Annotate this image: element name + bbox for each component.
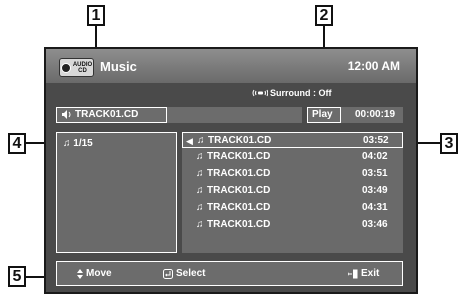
list-item[interactable]: ◀ ♫ TRACK01.CD 03:52	[182, 132, 403, 148]
list-item[interactable]: ♫ TRACK01.CD 04:02	[182, 149, 403, 165]
callout-2: 2	[315, 5, 333, 26]
speaker-icon	[62, 110, 71, 119]
cd-disc-icon	[60, 62, 71, 73]
track-duration: 03:49	[362, 185, 388, 196]
current-track: TRACK01.CD	[62, 109, 138, 120]
title-bar: AUDIO CD Music 12:00 AM	[46, 49, 416, 83]
enter-icon	[163, 268, 173, 279]
audio-cd-label: AUDIO CD	[72, 61, 93, 74]
surround-status: Surround : Off	[252, 88, 332, 98]
clock: 12:00 AM	[347, 59, 400, 73]
surround-icon	[252, 89, 268, 97]
track-duration: 03:51	[362, 168, 388, 179]
play-indicator-icon: ◀	[186, 136, 193, 146]
track-name: TRACK01.CD	[207, 151, 271, 162]
exit-icon	[348, 269, 358, 278]
list-item[interactable]: ♫ TRACK01.CD 03:51	[182, 166, 403, 182]
move-hint[interactable]: Move	[77, 268, 112, 279]
page-title: Music	[100, 59, 137, 74]
music-note-icon: ♫	[196, 202, 204, 213]
track-duration: 03:46	[362, 219, 388, 230]
music-note-icon: ♫	[196, 168, 204, 179]
music-note-icon: ♫	[196, 185, 204, 196]
track-duration: 03:52	[363, 135, 389, 146]
track-name: TRACK01.CD	[208, 135, 272, 146]
track-name: TRACK01.CD	[207, 185, 271, 196]
move-label: Move	[86, 268, 112, 279]
up-down-arrow-icon	[77, 268, 83, 279]
callout-3: 3	[440, 133, 458, 154]
music-note-icon: ♫	[196, 219, 204, 230]
list-item[interactable]: ♫ TRACK01.CD 03:46	[182, 217, 403, 233]
current-track-name: TRACK01.CD	[75, 109, 139, 120]
music-note-icon: ♫	[196, 151, 204, 162]
callout-1: 1	[87, 5, 105, 26]
audio-cd-badge: AUDIO CD	[59, 58, 94, 77]
surround-label: Surround : Off	[270, 88, 332, 98]
track-name: TRACK01.CD	[207, 219, 271, 230]
music-note-icon: ♫	[63, 138, 71, 149]
exit-label: Exit	[361, 268, 380, 279]
select-label: Select	[176, 268, 206, 279]
list-item[interactable]: ♫ TRACK01.CD 04:31	[182, 200, 403, 216]
callout-5: 5	[8, 266, 26, 287]
list-item[interactable]: ♫ TRACK01.CD 03:49	[182, 183, 403, 199]
play-status: Play	[312, 109, 333, 120]
track-counter-value: 1/15	[73, 138, 93, 149]
track-duration: 04:02	[362, 151, 388, 162]
folder-panel: ♫ 1/15	[56, 132, 177, 253]
track-duration: 04:31	[362, 202, 388, 213]
track-name: TRACK01.CD	[207, 168, 271, 179]
track-list: ◀ ♫ TRACK01.CD 03:52 ♫ TRACK01.CD 04:02 …	[182, 132, 403, 253]
select-hint[interactable]: Select	[163, 268, 205, 279]
elapsed-time: 00:00:19	[355, 109, 396, 120]
callout-4: 4	[8, 133, 26, 154]
track-counter: ♫ 1/15	[63, 138, 93, 149]
button-guide-bar: Move Select Exit	[56, 261, 403, 286]
music-screen: AUDIO CD Music 12:00 AM Surround : Off TR…	[44, 47, 418, 294]
track-name: TRACK01.CD	[207, 202, 271, 213]
exit-hint[interactable]: Exit	[348, 268, 379, 279]
music-note-icon: ♫	[197, 135, 205, 146]
